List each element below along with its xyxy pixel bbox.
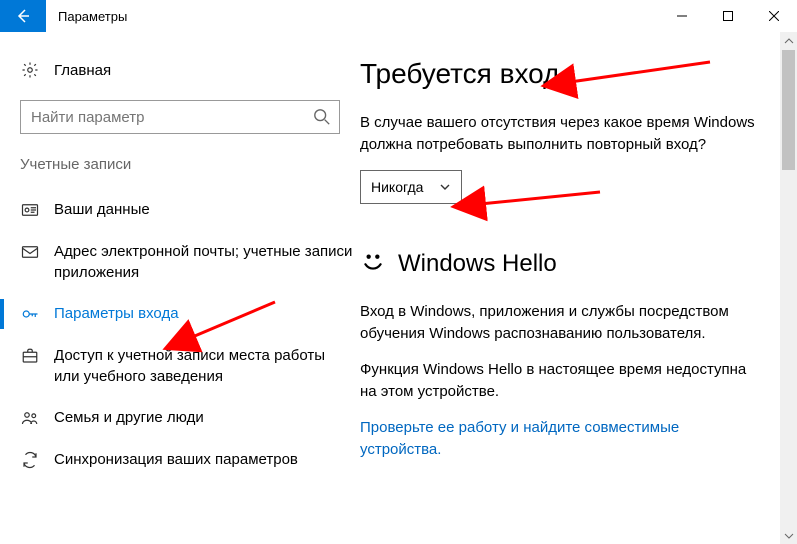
sidebar-item-sync[interactable]: Синхронизация ваших параметров — [20, 439, 360, 481]
sidebar-item-signin-options[interactable]: Параметры входа — [20, 293, 360, 335]
home-nav[interactable]: Главная — [20, 50, 360, 90]
sidebar-item-label: Параметры входа — [54, 303, 179, 324]
hello-section-heading: Windows Hello — [360, 248, 787, 279]
require-signin-heading: Требуется вход — [360, 58, 787, 90]
require-signin-body: В случае вашего отсутствия через какое в… — [360, 112, 760, 156]
chevron-up-icon — [784, 36, 794, 46]
search-input[interactable] — [21, 101, 339, 133]
chevron-down-icon — [784, 531, 794, 541]
window-title: Параметры — [58, 9, 659, 24]
require-signin-dropdown[interactable]: Никогда — [360, 170, 462, 204]
gear-icon — [20, 61, 40, 79]
mail-icon — [20, 241, 40, 261]
briefcase-icon — [20, 345, 40, 365]
hello-body-2: Функция Windows Hello в настоящее время … — [360, 359, 760, 403]
chevron-down-icon — [439, 181, 451, 193]
scrollbar-thumb[interactable] — [782, 50, 795, 170]
sidebar-item-label: Доступ к учетной записи места работы или… — [54, 345, 354, 387]
sidebar-item-your-info[interactable]: Ваши данные — [20, 189, 360, 231]
sidebar: Главная Учетные записи Ваши данные Адрес… — [0, 32, 360, 544]
minimize-icon — [677, 11, 687, 21]
scroll-down-button[interactable] — [780, 527, 797, 544]
sidebar-item-label: Ваши данные — [54, 199, 150, 220]
back-arrow-icon — [15, 8, 31, 24]
hello-compat-link[interactable]: Проверьте ее работу и найдите совместимы… — [360, 417, 760, 461]
key-icon — [20, 303, 40, 323]
sidebar-item-label: Синхронизация ваших параметров — [54, 449, 298, 470]
badge-icon — [20, 199, 40, 219]
scroll-up-button[interactable] — [780, 32, 797, 49]
hello-body-1: Вход в Windows, приложения и службы поср… — [360, 301, 760, 345]
search-input-wrap[interactable] — [20, 100, 340, 134]
minimize-button[interactable] — [659, 0, 705, 32]
sidebar-item-work-access[interactable]: Доступ к учетной записи места работы или… — [20, 335, 360, 397]
home-label: Главная — [54, 62, 111, 79]
hello-heading: Windows Hello — [398, 250, 557, 278]
smiley-icon — [360, 248, 386, 279]
sync-icon — [20, 449, 40, 469]
sidebar-item-label: Семья и другие люди — [54, 407, 204, 428]
category-label: Учетные записи — [20, 156, 360, 173]
sidebar-item-family[interactable]: Семья и другие люди — [20, 397, 360, 439]
sidebar-item-label: Адрес электронной почты; учетные записи … — [54, 241, 354, 283]
dropdown-value: Никогда — [371, 179, 423, 195]
maximize-button[interactable] — [705, 0, 751, 32]
close-icon — [769, 11, 779, 21]
maximize-icon — [723, 11, 733, 21]
close-button[interactable] — [751, 0, 797, 32]
sidebar-item-email-accounts[interactable]: Адрес электронной почты; учетные записи … — [20, 231, 360, 293]
people-icon — [20, 407, 40, 427]
titlebar: Параметры — [0, 0, 797, 32]
back-button[interactable] — [0, 0, 46, 32]
content-pane: Требуется вход В случае вашего отсутстви… — [360, 32, 797, 544]
vertical-scrollbar[interactable] — [780, 32, 797, 544]
